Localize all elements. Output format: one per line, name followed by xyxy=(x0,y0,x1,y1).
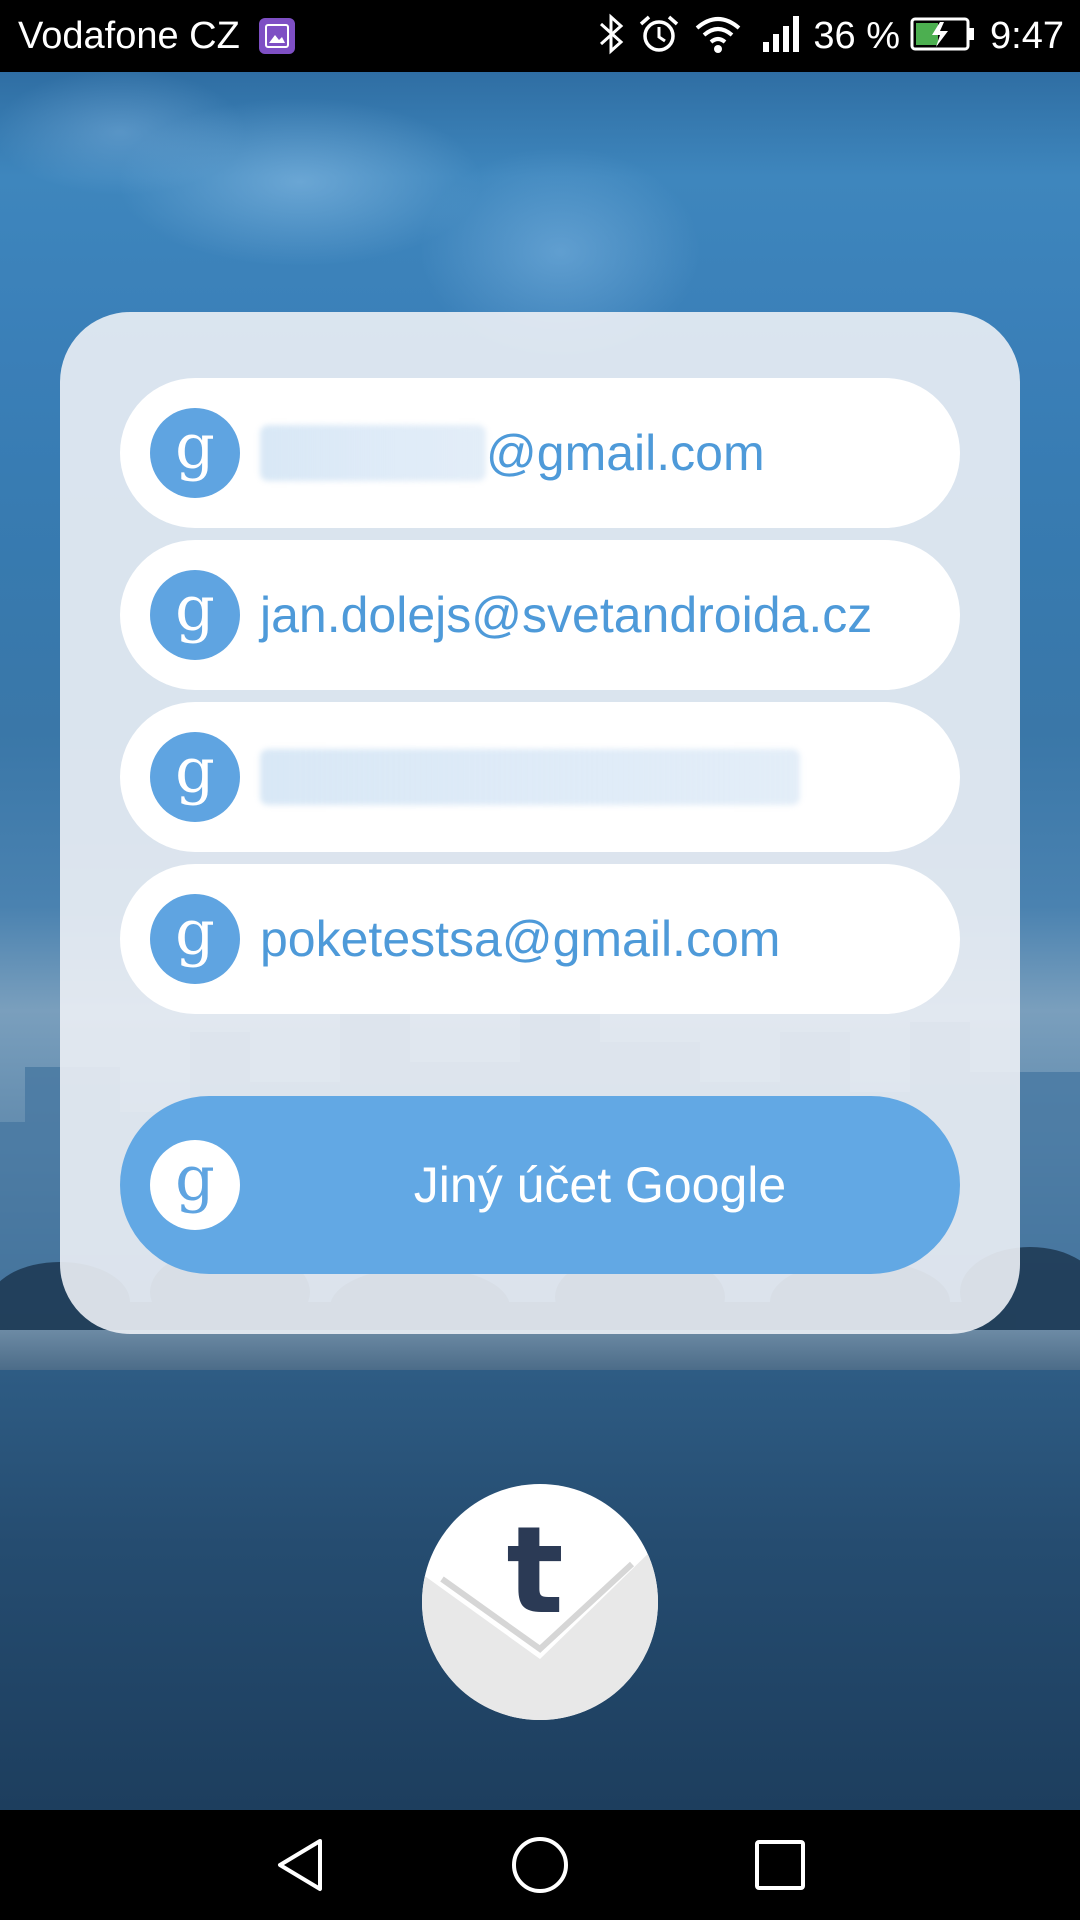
other-google-account-button[interactable]: g Jiný účet Google xyxy=(120,1096,960,1274)
redacted-email xyxy=(260,748,800,805)
back-icon[interactable] xyxy=(272,1835,328,1900)
account-row-1[interactable]: g @gmail.com xyxy=(120,378,960,528)
app-logo: t xyxy=(422,1484,658,1720)
account-row-3[interactable]: g xyxy=(120,702,960,852)
recents-icon[interactable] xyxy=(752,1835,808,1900)
clock: 9:47 xyxy=(990,14,1064,57)
redacted-username xyxy=(260,424,486,481)
other-account-label: Jiný účet Google xyxy=(413,1157,787,1213)
account-row-4[interactable]: g poketestsa@gmail.com xyxy=(120,864,960,1014)
account-email xyxy=(260,702,800,852)
alarm-icon xyxy=(637,12,681,61)
gallery-notification-icon xyxy=(259,18,295,54)
status-bar: Vodafone CZ 36 % 9:47 xyxy=(0,0,1080,72)
google-g-icon: g xyxy=(150,732,240,822)
battery-percent: 36 % xyxy=(813,14,901,57)
google-g-icon: g xyxy=(150,408,240,498)
battery-charging-icon xyxy=(910,16,976,57)
navigation-bar xyxy=(0,1810,1080,1920)
account-row-2[interactable]: g jan.dolejs@svetandroida.cz xyxy=(120,540,960,690)
account-email: jan.dolejs@svetandroida.cz xyxy=(260,587,873,643)
tumblr-mail-logo: t xyxy=(422,1502,658,1720)
account-email: @gmail.com xyxy=(260,378,765,528)
home-icon[interactable] xyxy=(510,1835,570,1900)
status-icons: 36 % 9:47 xyxy=(591,0,1064,72)
account-chooser-card: g @gmail.com g jan.dolejs@svetandroida.c… xyxy=(60,312,1020,1334)
svg-text:t: t xyxy=(506,1502,563,1641)
google-g-icon: g xyxy=(150,1140,240,1230)
wifi-icon xyxy=(693,12,743,61)
google-g-icon: g xyxy=(150,570,240,660)
bluetooth-icon xyxy=(591,12,631,61)
google-g-icon: g xyxy=(150,894,240,984)
screen: Vodafone CZ 36 % 9:47 g @gmail.com g jan… xyxy=(0,0,1080,1920)
account-email: poketestsa@gmail.com xyxy=(260,911,781,967)
carrier-name: Vodafone CZ xyxy=(18,15,240,57)
signal-icon xyxy=(761,14,807,59)
